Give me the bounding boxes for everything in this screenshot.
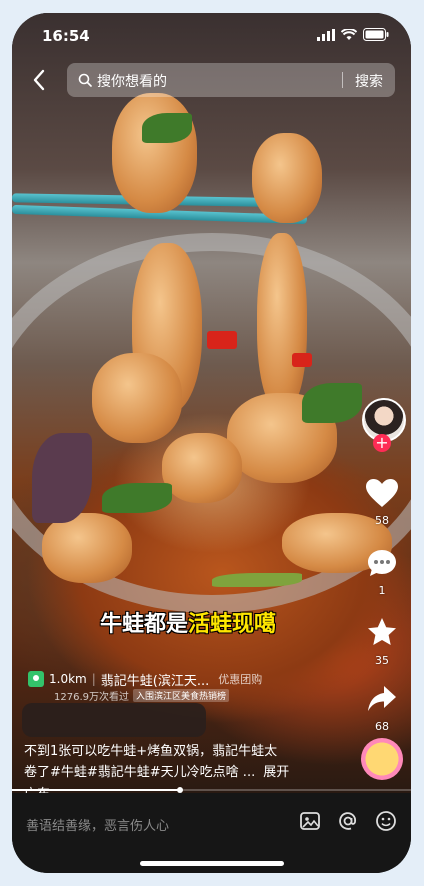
description-line-2: 卷了#牛蛙#翡記牛蛙#天儿冷吃点啥 ... [24, 765, 256, 780]
favorite-button[interactable]: 35 [357, 616, 407, 667]
frog-piece [92, 353, 182, 443]
comment-count: 1 [378, 584, 386, 597]
herb [32, 433, 92, 523]
share-count: 68 [375, 720, 389, 733]
poi-subline: 1276.9万次看过 入围滨江区美食热销榜 [54, 688, 230, 703]
home-indicator[interactable] [140, 861, 284, 866]
poi-views: 1276.9万次看过 [54, 692, 129, 703]
frog-piece [252, 133, 322, 223]
herb [142, 113, 192, 143]
search-input[interactable]: 搜你想看的 搜索 [67, 63, 395, 97]
heart-icon [366, 479, 398, 507]
search-divider [342, 72, 343, 88]
bottom-comment-bar: 善语结善缘，恶言伤人心 [12, 793, 411, 873]
description-line-3: 广东 [24, 783, 64, 793]
phone-frame: 16:54 搜你想看的 搜索 牛蛙都是活蛙现噶 + 58 1 35 68 1.0… [12, 13, 411, 873]
status-bar: 16:54 [12, 23, 411, 53]
comment-input[interactable]: 善语结善缘，恶言伤人心 [26, 815, 169, 834]
image-icon[interactable] [299, 810, 321, 832]
location-tag[interactable]: 1.0km | 翡記牛蛙(滨江天... 优惠团购 [28, 668, 262, 690]
like-count: 58 [375, 514, 389, 527]
poi-name: 翡記牛蛙(滨江天... [100, 673, 210, 689]
poi-deal-label: 优惠团购 [218, 673, 263, 686]
redacted-username-bar [22, 703, 206, 737]
like-button[interactable]: 58 [357, 478, 407, 527]
search-placeholder: 搜你想看的 [97, 74, 167, 90]
comment-button[interactable]: 1 [357, 548, 407, 597]
herb [302, 383, 362, 423]
poi-separator: | [91, 672, 96, 686]
favorite-count: 35 [375, 654, 389, 667]
description-line-1: 不到1张可以吃牛蛙+烤鱼双锅，翡記牛蛙太 [24, 744, 278, 759]
herb [212, 573, 302, 587]
frog-piece [42, 513, 132, 583]
follow-plus-icon[interactable]: + [373, 434, 391, 452]
signal-icon [317, 28, 335, 41]
progress-fill [12, 789, 180, 791]
poi-rank-badge: 入围滨江区美食热销榜 [133, 689, 230, 702]
expand-link[interactable]: 展开 [263, 765, 289, 780]
music-disc-avatar[interactable] [361, 738, 403, 780]
caption-part-1: 牛蛙都是 [100, 612, 189, 637]
mention-icon[interactable] [337, 810, 359, 832]
frog-piece [112, 93, 197, 213]
frog-piece [162, 433, 242, 503]
emoji-icon[interactable] [375, 810, 397, 832]
search-icon [78, 73, 92, 87]
chili-pepper [207, 331, 237, 349]
share-arrow-icon [368, 686, 396, 711]
battery-icon [363, 28, 389, 41]
status-time: 16:54 [42, 27, 90, 45]
poi-distance: 1.0km [49, 672, 87, 686]
share-button[interactable]: 68 [357, 684, 407, 733]
chili-pepper [292, 353, 312, 367]
star-icon [368, 618, 396, 645]
location-pin-icon [28, 671, 44, 687]
wifi-icon [341, 28, 357, 40]
search-button[interactable]: 搜索 [355, 71, 383, 91]
video-progress-bar[interactable] [12, 787, 411, 793]
search-bar: 搜你想看的 搜索 [12, 63, 411, 97]
comment-icon [368, 550, 396, 576]
video-caption-overlay: 牛蛙都是活蛙现噶 [100, 606, 330, 638]
frog-piece [257, 233, 307, 413]
video-description[interactable]: 不到1张可以吃牛蛙+烤鱼双锅，翡記牛蛙太 卷了#牛蛙#翡記牛蛙#天儿冷吃点啥 .… [24, 741, 324, 783]
back-arrow-icon[interactable] [28, 67, 52, 93]
caption-part-2: 活蛙现噶 [188, 612, 277, 637]
herb [102, 483, 172, 513]
